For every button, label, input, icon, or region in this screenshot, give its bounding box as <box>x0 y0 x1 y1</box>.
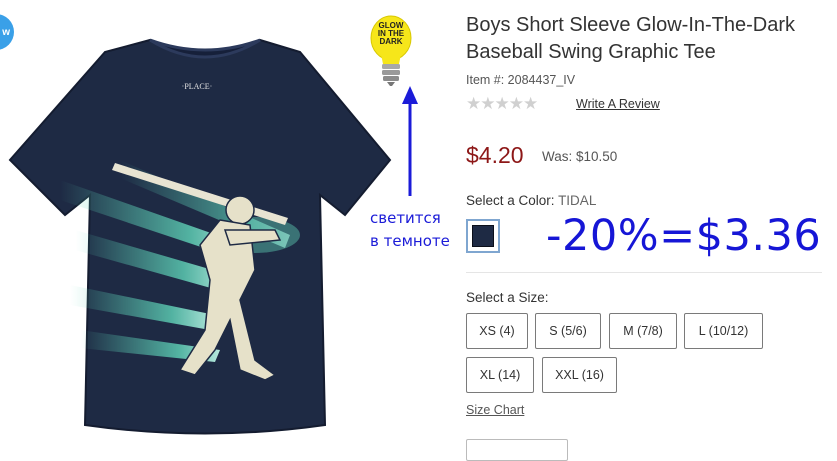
annotation-line1: светится <box>370 209 441 227</box>
product-image: ·PLACE· <box>8 38 392 435</box>
annotation-text: светится в темноте <box>370 207 470 253</box>
size-button-l[interactable]: L (10/12) <box>684 313 763 349</box>
color-label: Select a Color: TIDAL <box>466 193 596 208</box>
write-review-link[interactable]: Write A Review <box>576 97 660 111</box>
size-button-xs[interactable]: XS (4) <box>466 313 528 349</box>
current-price: $4.20 <box>466 142 524 168</box>
size-button-xxl[interactable]: XXL (16) <box>542 357 617 393</box>
size-button-s[interactable]: S (5/6) <box>535 313 601 349</box>
discount-annotation: -20%=$3.36 <box>546 211 822 261</box>
size-chart-link[interactable]: Size Chart <box>466 403 524 417</box>
item-number: Item #: 2084437_IV <box>466 73 576 87</box>
color-swatch-tidal[interactable] <box>466 219 500 253</box>
quantity-box[interactable] <box>466 439 568 461</box>
glow-badge-text: GLOW IN THE DARK <box>369 22 413 46</box>
product-title: Boys Short Sleeve Glow-In-The-Dark Baseb… <box>466 14 796 63</box>
annotation-arrow-icon <box>402 86 418 196</box>
shirt-brand-label: ·PLACE· <box>182 82 213 91</box>
rating-stars[interactable]: ★★★★★ <box>466 94 538 114</box>
color-label-text: Select a Color: <box>466 193 555 208</box>
divider <box>466 272 822 273</box>
glow-in-dark-badge: GLOW IN THE DARK <box>369 14 419 90</box>
size-label: Select a Size: <box>466 290 549 305</box>
size-button-m[interactable]: M (7/8) <box>609 313 677 349</box>
color-value: TIDAL <box>558 193 597 208</box>
annotation-line2: в темноте <box>370 232 450 250</box>
glow-badge-line3: DARK <box>379 37 403 46</box>
was-price: Was: $10.50 <box>542 149 618 164</box>
size-button-xl[interactable]: XL (14) <box>466 357 534 393</box>
color-swatch-fill <box>472 225 494 247</box>
